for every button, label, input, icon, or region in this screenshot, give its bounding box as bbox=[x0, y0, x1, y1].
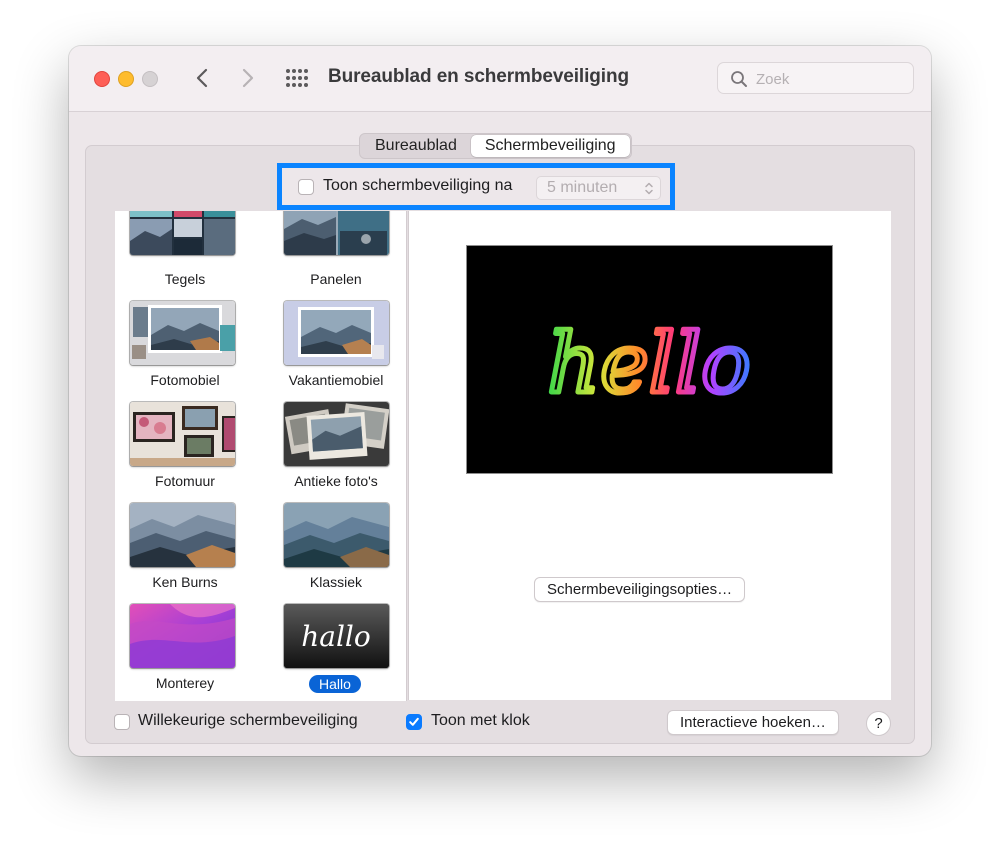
title-bar: Bureaublad en schermbeveiliging bbox=[69, 46, 931, 112]
help-button[interactable]: ? bbox=[866, 711, 891, 736]
screensaver-label-fotomobiel: Fotomobiel bbox=[150, 372, 220, 388]
holiday-mobile-image bbox=[284, 301, 389, 365]
tab-schermbeveiliging[interactable]: Schermbeveiliging bbox=[470, 135, 630, 157]
forward-button[interactable] bbox=[234, 64, 262, 92]
holiday-mobile-thumbnail[interactable] bbox=[284, 301, 389, 365]
screensaver-label-fotomuur: Fotomuur bbox=[155, 473, 215, 489]
show-after-label: Toon schermbeveiliging na bbox=[323, 177, 513, 194]
hot-corners-button[interactable]: Interactieve hoeken… bbox=[667, 710, 839, 735]
classic-thumbnail[interactable] bbox=[284, 503, 389, 567]
chevron-right-icon bbox=[242, 68, 254, 88]
tiles-image bbox=[130, 211, 235, 255]
minutes-select[interactable]: 5 minuten bbox=[536, 176, 661, 200]
preferences-window: Bureaublad en schermbeveiliging Bureaubl… bbox=[69, 46, 931, 756]
screensaver-label-tegels: Tegels bbox=[164, 271, 206, 287]
tab-control: Bureaublad Schermbeveiliging bbox=[359, 133, 632, 159]
minimize-button[interactable] bbox=[118, 71, 134, 87]
screensaver-label-hallo: Hallo bbox=[309, 675, 361, 693]
ken-burns-image bbox=[130, 503, 235, 567]
tab-bureaublad[interactable]: Bureaublad bbox=[361, 135, 471, 157]
screensaver-label-ken-burns: Ken Burns bbox=[152, 574, 218, 590]
show-all-button[interactable] bbox=[285, 68, 309, 88]
panels-image bbox=[284, 211, 389, 255]
screensaver-options-button[interactable]: Schermbeveiligingsopties… bbox=[534, 577, 746, 602]
screensaver-label-monterey: Monterey bbox=[155, 675, 215, 691]
hello-preview-text: hello bbox=[547, 317, 750, 412]
photo-mobile-image bbox=[130, 301, 235, 365]
photo-wall-thumbnail[interactable] bbox=[130, 402, 235, 466]
screensaver-label-vakantiemobiel: Vakantiemobiel bbox=[288, 372, 384, 388]
ken-burns-thumbnail[interactable] bbox=[130, 503, 235, 567]
photo-mobile-thumbnail[interactable] bbox=[130, 301, 235, 365]
screensaver-list[interactable]: Tegels Panelen Fotomobiel Vakantiemobiel… bbox=[115, 211, 407, 701]
grid-icon bbox=[286, 69, 308, 87]
search-icon bbox=[731, 71, 747, 87]
screensaver-label-panelen: Panelen bbox=[310, 271, 362, 287]
monterey-image bbox=[130, 604, 235, 668]
vintage-prints-image bbox=[284, 402, 389, 466]
search-input[interactable] bbox=[754, 68, 908, 90]
chevron-left-icon bbox=[196, 68, 208, 88]
show-clock-label: Toon met klok bbox=[431, 712, 530, 729]
checkmark-icon bbox=[409, 717, 419, 726]
screensaver-label-antieke-fotos: Antieke foto's bbox=[294, 473, 378, 489]
show-after-checkbox[interactable] bbox=[298, 179, 314, 195]
hello-thumbnail[interactable]: hallo bbox=[284, 604, 389, 668]
close-button[interactable] bbox=[94, 71, 110, 87]
screensaver-label-klassiek: Klassiek bbox=[309, 574, 363, 590]
photo-wall-image bbox=[130, 402, 235, 466]
search-field[interactable] bbox=[717, 62, 914, 94]
hello-preview-image: hello bbox=[545, 315, 753, 415]
tiles-thumbnail[interactable] bbox=[130, 211, 235, 255]
back-button[interactable] bbox=[188, 64, 216, 92]
screensaver-preview: hello bbox=[466, 245, 833, 474]
hello-thumb-text: hallo bbox=[301, 620, 371, 653]
random-screensaver-label: Willekeurige schermbeveiliging bbox=[138, 712, 358, 729]
window-title: Bureaublad en schermbeveiliging bbox=[328, 66, 629, 87]
classic-image bbox=[284, 503, 389, 567]
minutes-value: 5 minuten bbox=[547, 179, 618, 196]
hello-thumb-image: hallo bbox=[284, 604, 389, 668]
random-screensaver-checkbox[interactable] bbox=[114, 714, 130, 730]
panels-thumbnail[interactable] bbox=[284, 211, 389, 255]
updown-chevron-icon bbox=[645, 182, 653, 195]
monterey-thumbnail[interactable] bbox=[130, 604, 235, 668]
show-clock-checkbox[interactable] bbox=[406, 714, 422, 730]
zoom-button[interactable] bbox=[142, 71, 158, 87]
vintage-prints-thumbnail[interactable] bbox=[284, 402, 389, 466]
